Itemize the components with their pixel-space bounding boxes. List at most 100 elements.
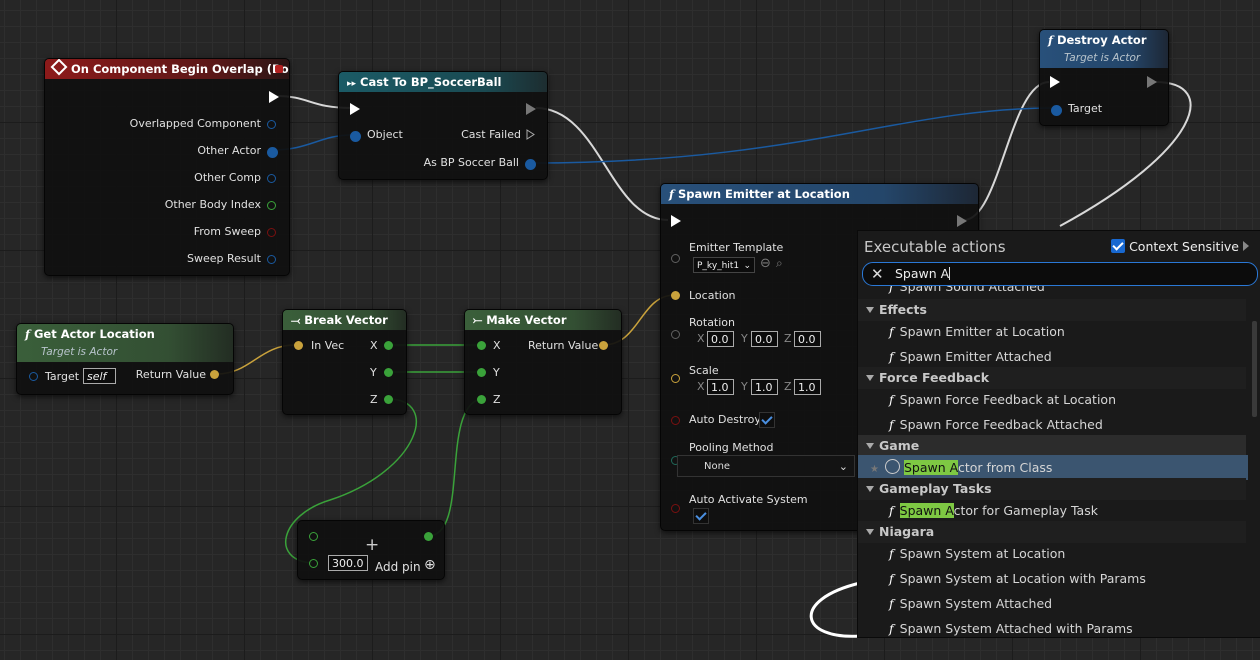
pin-return-value[interactable] — [599, 341, 608, 350]
favorite-star-icon[interactable]: ★ — [870, 464, 879, 475]
actor-icon — [884, 459, 900, 474]
pin-x-out[interactable] — [384, 341, 393, 350]
pin-y-in[interactable] — [477, 368, 486, 377]
emitter-template-select[interactable]: P_ky_hit1 ⌄ — [693, 257, 755, 273]
pin-as-soccer-ball[interactable] — [525, 159, 536, 170]
list-item[interactable]: f Spawn System Attached with Params — [858, 616, 1248, 637]
category-effects[interactable]: Effects — [858, 299, 1246, 321]
rotation-z-field[interactable]: 0.0 — [794, 331, 821, 347]
node-title: Break Vector — [304, 313, 388, 327]
pin-x-in[interactable] — [477, 341, 486, 350]
function-icon: f — [889, 392, 894, 407]
pin-scale[interactable] — [671, 374, 680, 383]
destroy-actor-node[interactable]: f Destroy Actor Target is Actor Target — [1039, 29, 1169, 126]
axis-label: X — [697, 380, 705, 393]
pin-target[interactable] — [1051, 105, 1062, 116]
pin-auto-activate[interactable] — [671, 504, 680, 513]
list-item[interactable]: f Spawn System at Location with Params — [858, 566, 1248, 591]
pin-object[interactable] — [350, 131, 361, 142]
list-item[interactable]: f Spawn Force Feedback at Location — [858, 387, 1248, 412]
function-icon: f — [889, 596, 894, 611]
pin-sweep-result[interactable] — [267, 255, 276, 264]
list-item[interactable]: f Spawn System at Location — [858, 541, 1248, 566]
pin-label: Z — [370, 393, 378, 406]
rotation-x-field[interactable]: 0.0 — [707, 331, 734, 347]
pin-result-out[interactable] — [424, 532, 433, 541]
rotation-y-field[interactable]: 0.0 — [751, 331, 778, 347]
exec-in-pin[interactable] — [671, 215, 681, 227]
make-vector-node[interactable]: ⤚ Make Vector X Y Z Return Value — [464, 309, 622, 415]
chevron-down-icon: ⌄ — [743, 261, 751, 271]
auto-activate-checkbox[interactable] — [693, 508, 709, 524]
close-icon[interactable]: ✕ — [871, 265, 884, 283]
target-self-field[interactable]: self — [83, 368, 116, 384]
cast-node[interactable]: ▸▸ Cast To BP_SoccerBall Object Cast Fail… — [338, 71, 548, 180]
add-pin-button[interactable]: ⊕ — [424, 557, 436, 573]
pin-target[interactable] — [29, 372, 38, 381]
list-item[interactable]: f Spawn System Attached — [858, 591, 1248, 616]
pooling-method-dropdown[interactable]: None ⌄ — [677, 455, 855, 477]
pin-location[interactable] — [671, 291, 680, 300]
pin-y-out[interactable] — [384, 368, 393, 377]
exec-out-pin[interactable] — [269, 91, 279, 103]
function-icon: f — [889, 349, 894, 364]
pin-from-sweep[interactable] — [267, 228, 276, 237]
pin-a-in[interactable] — [309, 532, 318, 541]
pin-rotation[interactable] — [671, 330, 680, 339]
exec-out-pin[interactable] — [1147, 76, 1157, 88]
browse-back-icon[interactable]: ⊖ — [760, 256, 771, 271]
action-list[interactable]: f Spawn Sound Attached Effects f Spawn Emi… — [858, 286, 1248, 637]
pin-other-actor[interactable] — [267, 147, 278, 158]
pin-z-out[interactable] — [384, 395, 393, 404]
add-node[interactable]: + 300.0 Add pin ⊕ — [297, 520, 445, 580]
action-menu[interactable]: Executable actions Context Sensitive ✕ S… — [857, 230, 1260, 638]
category-niagara[interactable]: Niagara — [858, 521, 1246, 543]
exec-out-pin[interactable] — [957, 215, 967, 227]
list-item-selected[interactable]: ★ Spawn Actor from Class — [858, 455, 1248, 480]
cast-failed-pin[interactable] — [526, 129, 535, 140]
pin-b-in[interactable] — [309, 559, 318, 568]
exec-in-pin[interactable] — [350, 103, 360, 115]
scale-x-field[interactable]: 1.0 — [707, 379, 734, 395]
list-item[interactable]: f Spawn Emitter at Location — [858, 319, 1248, 344]
list-item[interactable]: f Spawn Actor for Gameplay Task — [858, 498, 1248, 523]
pin-overlapped-component[interactable] — [267, 120, 276, 129]
list-item[interactable]: f Spawn Sound Attached — [858, 286, 1248, 299]
event-node-begin-overlap[interactable]: On Component Begin Overlap (Box) Overlap… — [44, 58, 290, 276]
function-icon: f — [889, 324, 894, 339]
delegate-pin[interactable] — [275, 65, 283, 73]
get-actor-location-node[interactable]: f Get Actor Location Target is Actor Targ… — [16, 323, 234, 395]
pin-emitter-template[interactable] — [671, 254, 680, 263]
auto-destroy-checkbox[interactable] — [759, 412, 775, 428]
pin-in-vec[interactable] — [294, 341, 303, 350]
function-icon: f — [889, 417, 894, 432]
chevron-down-icon: ⌄ — [838, 460, 848, 473]
category-game[interactable]: Game — [858, 435, 1246, 457]
scale-z-field[interactable]: 1.0 — [794, 379, 821, 395]
pin-z-in[interactable] — [477, 395, 486, 404]
exec-out-pin[interactable] — [526, 103, 536, 115]
context-sensitive-toggle[interactable]: Context Sensitive — [1111, 239, 1249, 254]
menu-scrollbar[interactable] — [1252, 321, 1257, 417]
pin-label: Other Actor — [197, 144, 261, 157]
list-item[interactable]: f Spawn Force Feedback Attached — [858, 412, 1248, 437]
collapse-icon — [866, 375, 874, 381]
pin-label: Scale — [689, 364, 719, 377]
category-gameplay-tasks[interactable]: Gameplay Tasks — [858, 478, 1246, 500]
list-item[interactable]: f Spawn Emitter Attached — [858, 344, 1248, 369]
pin-return-value[interactable] — [210, 370, 219, 379]
pin-label: In Vec — [311, 339, 345, 352]
search-input[interactable]: ✕ Spawn A — [862, 262, 1258, 286]
pin-label: From Sweep — [193, 225, 261, 238]
exec-in-pin[interactable] — [1050, 76, 1060, 88]
category-force-feedback[interactable]: Force Feedback — [858, 367, 1246, 389]
search-icon[interactable]: ⌕ — [776, 256, 783, 271]
pin-auto-destroy[interactable] — [671, 416, 680, 425]
scale-y-field[interactable]: 1.0 — [751, 379, 778, 395]
break-vector-node[interactable]: ⤙ Break Vector In Vec X Y Z — [282, 309, 407, 415]
pin-other-body-index[interactable] — [267, 201, 276, 210]
node-subtitle: Target is Actor — [41, 346, 118, 358]
pin-other-comp[interactable] — [267, 174, 276, 183]
pin-label: Object — [367, 128, 403, 141]
add-b-value-field[interactable]: 300.0 — [328, 555, 368, 571]
